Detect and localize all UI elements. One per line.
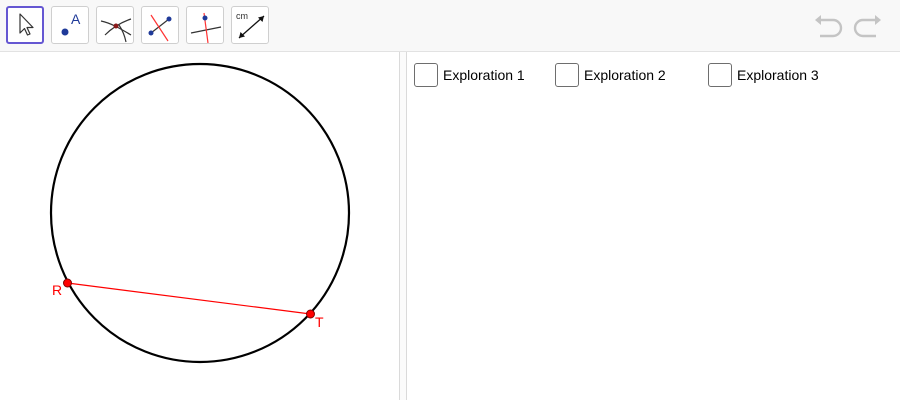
graphics-view[interactable]: R T <box>0 52 399 400</box>
exploration-2-label: Exploration 2 <box>584 67 666 83</box>
undo-icon <box>815 15 843 38</box>
toolbar: A cm <box>0 0 900 52</box>
point-tool-button[interactable]: A <box>51 6 89 44</box>
checkbox-box[interactable] <box>708 63 732 87</box>
distance-tool-button[interactable]: cm <box>231 6 269 44</box>
point-tool-label: A <box>71 11 81 27</box>
intersect-tool-button[interactable] <box>96 6 134 44</box>
perpendicular-bisector-icon <box>190 12 222 43</box>
checkbox-box[interactable] <box>555 63 579 87</box>
perpendicular-bisector-tool-button[interactable] <box>186 6 224 44</box>
segment-rt[interactable] <box>67 282 311 315</box>
midpoint-tool-button[interactable] <box>141 6 179 44</box>
exploration-3-checkbox[interactable]: Exploration 3 <box>708 62 819 88</box>
intersect-icon <box>100 18 132 43</box>
exploration-panel: Exploration 1 Exploration 2 Exploration … <box>407 52 900 400</box>
circle[interactable] <box>49 62 351 364</box>
checkbox-box[interactable] <box>414 63 438 87</box>
redo-icon <box>853 15 881 38</box>
exploration-3-label: Exploration 3 <box>737 67 819 83</box>
panel-divider[interactable] <box>399 52 407 400</box>
distance-tool-label: cm <box>236 11 248 21</box>
move-tool-button[interactable] <box>6 6 44 44</box>
exploration-1-checkbox[interactable]: Exploration 1 <box>414 62 525 88</box>
redo-button[interactable] <box>850 13 882 41</box>
undo-button[interactable] <box>814 13 846 41</box>
exploration-2-checkbox[interactable]: Exploration 2 <box>555 62 666 88</box>
cursor-arrow-icon <box>19 13 34 36</box>
exploration-1-label: Exploration 1 <box>443 67 525 83</box>
distance-measure-icon: cm <box>236 11 265 39</box>
point-t[interactable] <box>306 309 315 319</box>
point-r[interactable] <box>63 278 72 288</box>
geometry-canvas[interactable]: R T <box>0 52 399 400</box>
point-r-label: R <box>52 282 62 298</box>
midpoint-icon <box>148 14 172 42</box>
point-icon: A <box>61 11 81 36</box>
point-t-label: T <box>315 314 324 330</box>
